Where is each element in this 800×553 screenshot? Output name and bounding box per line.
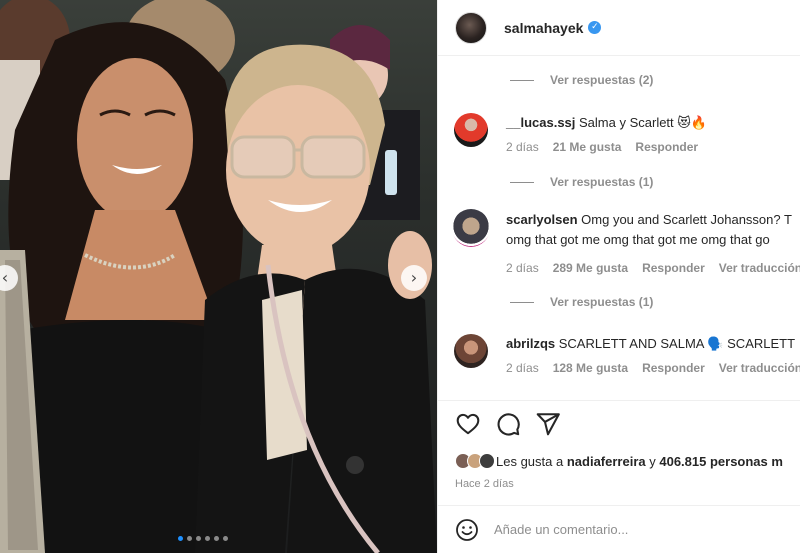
liker-username[interactable]: nadiaferreira: [567, 454, 646, 469]
comment-item: scarlyolsen Omg you and Scarlett Johanss…: [452, 209, 800, 275]
reply-button[interactable]: Responder: [642, 361, 705, 375]
emoji-icon[interactable]: [455, 518, 479, 542]
view-replies-button[interactable]: Ver respuestas (1): [510, 295, 653, 309]
translate-button[interactable]: Ver traducción: [719, 361, 800, 375]
post-header: salmahayek ✓: [438, 0, 800, 56]
comments-list: Ver respuestas (2) __lucas.ssj Salma y S…: [438, 57, 800, 397]
comment-text-row: scarlyolsen Omg you and Scarlett Johanss…: [506, 212, 792, 227]
add-comment-bar: [438, 505, 800, 553]
avatar[interactable]: [454, 113, 488, 147]
author-username[interactable]: salmahayek: [504, 20, 583, 36]
avatar[interactable]: [452, 209, 490, 247]
view-replies-button[interactable]: Ver respuestas (2): [510, 73, 653, 87]
comment-time[interactable]: 2 días: [506, 261, 539, 275]
comment-username[interactable]: abrilzqs: [506, 336, 555, 351]
verified-badge-icon: ✓: [588, 21, 602, 34]
carousel-dot: [178, 536, 183, 541]
carousel-dot: [223, 536, 228, 541]
carousel-dot: [214, 536, 219, 541]
comment-meta: 2 días 289 Me gusta Responder Ver traduc…: [506, 261, 800, 275]
liker-avatars[interactable]: [455, 453, 495, 469]
comment-meta: 2 días 21 Me gusta Responder: [506, 140, 698, 154]
view-replies-label: Ver respuestas (1): [550, 295, 654, 309]
view-replies-button[interactable]: Ver respuestas (1): [510, 175, 653, 189]
avatar[interactable]: [455, 11, 487, 44]
view-replies-label: Ver respuestas (2): [550, 73, 654, 87]
comment-likes[interactable]: 128 Me gusta: [553, 361, 628, 375]
carousel-dot: [196, 536, 201, 541]
carousel-dot: [187, 536, 192, 541]
likes-connector: y: [649, 453, 656, 469]
comment-item: __lucas.ssj Salma y Scarlett 😻🔥 2 días 2…: [454, 113, 800, 163]
comment-item: abrilzqs SCARLETT AND SALMA 🗣️ SCARLETT …: [454, 334, 800, 384]
comment-icon[interactable]: [495, 411, 521, 437]
view-replies-label: Ver respuestas (1): [550, 175, 654, 189]
comment-username[interactable]: scarlyolsen: [506, 212, 578, 227]
comment-time[interactable]: 2 días: [506, 140, 539, 154]
heart-icon[interactable]: [455, 411, 481, 437]
replies-divider: [510, 181, 534, 183]
reply-button[interactable]: Responder: [635, 140, 698, 154]
comment-text-row: abrilzqs SCARLETT AND SALMA 🗣️ SCARLETT: [506, 336, 795, 352]
comment-text-row: __lucas.ssj Salma y Scarlett 😻🔥: [506, 115, 707, 131]
post-side-panel: salmahayek ✓ Ver respuestas (2) __lucas.…: [437, 0, 800, 553]
comment-likes[interactable]: 289 Me gusta: [553, 261, 628, 275]
likes-count[interactable]: 406.815 personas m: [659, 454, 783, 469]
comment-likes[interactable]: 21 Me gusta: [553, 140, 622, 154]
likes-prefix: Les gusta a: [496, 453, 564, 469]
comment-username[interactable]: __lucas.ssj: [506, 115, 575, 130]
translate-button[interactable]: Ver traducción: [719, 261, 800, 275]
action-icons: [455, 411, 561, 437]
photo-illustration: [0, 0, 437, 553]
comment-text: Salma y Scarlett 😻🔥: [579, 115, 708, 130]
carousel-indicator: [178, 536, 228, 541]
comment-time[interactable]: 2 días: [506, 361, 539, 375]
avatar[interactable]: [454, 334, 488, 368]
carousel-dot: [205, 536, 210, 541]
reply-button[interactable]: Responder: [642, 261, 705, 275]
comment-text: Omg you and Scarlett Johansson? T: [581, 212, 792, 227]
share-icon[interactable]: [535, 411, 561, 437]
replies-divider: [510, 301, 534, 303]
comment-input[interactable]: [494, 522, 744, 537]
post-time[interactable]: Hace 2 días: [455, 478, 514, 490]
post-actions: Les gusta a nadiaferreira y 406.815 pers…: [438, 400, 800, 503]
post-photo[interactable]: ‹ ›: [0, 0, 437, 553]
avatar: [479, 453, 495, 469]
chevron-right-icon[interactable]: ›: [401, 265, 427, 291]
replies-divider: [510, 79, 534, 81]
comment-text: SCARLETT AND SALMA 🗣️ SCARLETT: [558, 336, 796, 351]
comment-meta: 2 días 128 Me gusta Responder Ver traduc…: [506, 361, 800, 375]
comment-text-continued: omg that got me omg that got me omg that…: [506, 232, 770, 247]
likes-summary: Les gusta a nadiaferreira y 406.815 pers…: [455, 453, 783, 469]
